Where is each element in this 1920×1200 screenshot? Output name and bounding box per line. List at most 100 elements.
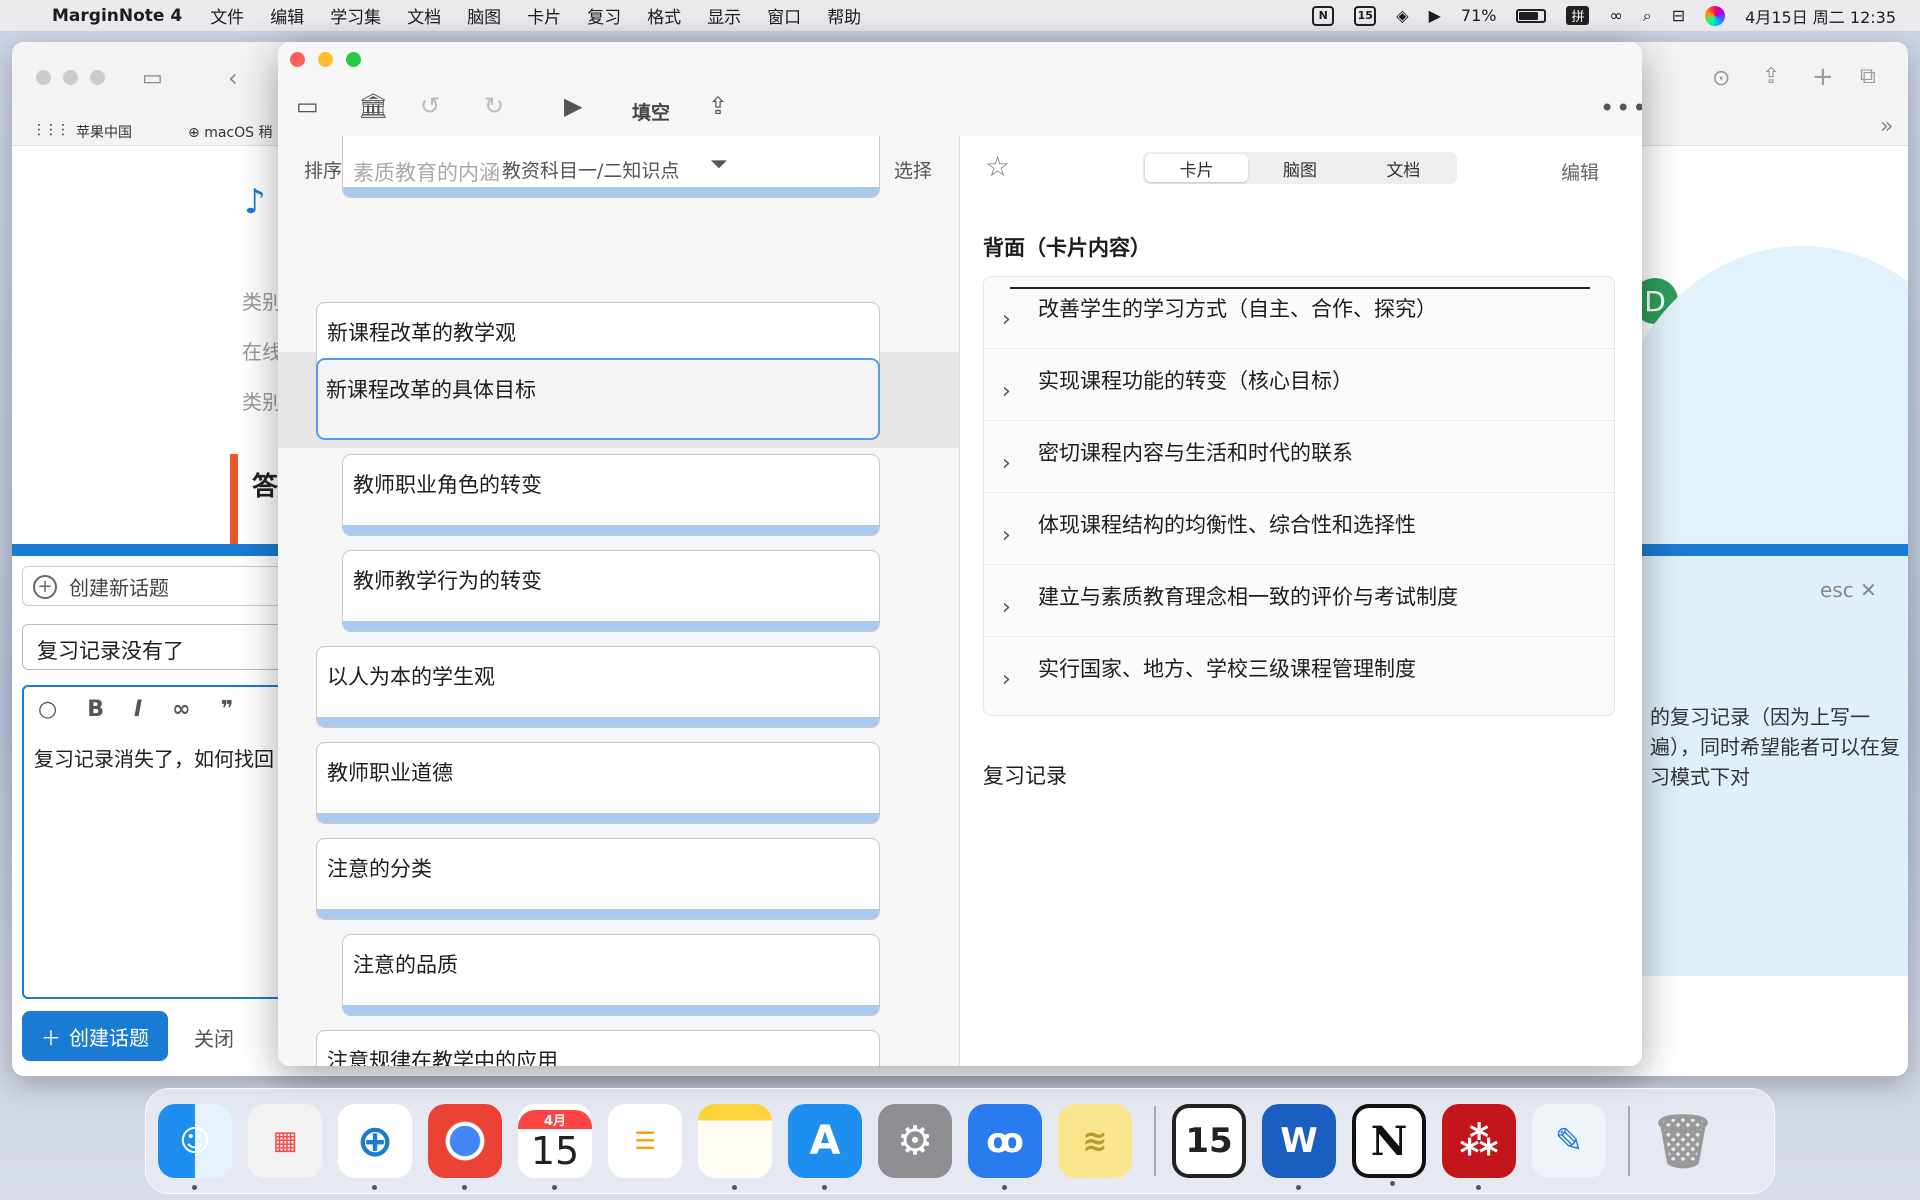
fantastical-menubar-icon[interactable]: 15 (1354, 5, 1377, 26)
list-item[interactable]: › 建立与素质教育理念相一致的评价与考试制度 (984, 565, 1616, 637)
calendar-icon[interactable]: 4月 15 (518, 1104, 592, 1190)
menu-view[interactable]: 显示 (707, 3, 741, 28)
share-icon[interactable]: ⇪ (1762, 64, 1780, 89)
menu-help[interactable]: 帮助 (827, 3, 861, 28)
card-item[interactable]: 教师职业角色的转变 (342, 454, 880, 536)
bold-icon[interactable]: B (87, 697, 104, 722)
close-window-button[interactable] (290, 52, 305, 67)
tab-document[interactable]: 文档 (1352, 154, 1455, 182)
card-item-selected[interactable]: 新课程改革的具体目标 (316, 358, 880, 440)
app-menu[interactable]: MarginNote 4 (52, 6, 182, 26)
apps-grid-icon[interactable]: ⋮⋮⋮ (32, 122, 70, 138)
stickies-icon[interactable]: ≋ (1058, 1104, 1132, 1178)
link-icon[interactable]: ∞ (172, 697, 190, 722)
tab-card[interactable]: 卡片 (1145, 154, 1249, 182)
chevron-right-icon[interactable]: › (1002, 379, 1011, 404)
minimize-window-button[interactable] (318, 52, 333, 67)
topic-title-input[interactable]: 复习记录没有了 (22, 624, 282, 670)
battery-icon[interactable] (1516, 8, 1547, 23)
link-icon[interactable]: ∞ (1609, 6, 1622, 25)
star-icon[interactable]: ☆ (985, 150, 1010, 183)
notes-icon[interactable] (698, 1104, 772, 1190)
menu-edit[interactable]: 编辑 (270, 3, 304, 28)
textedit-icon[interactable]: ✎ (1532, 1104, 1606, 1178)
search-icon[interactable]: ⌕ (1643, 6, 1652, 26)
trash-icon[interactable]: 🗑 (1646, 1104, 1720, 1178)
notion-icon[interactable]: N (1352, 1104, 1426, 1186)
sort-button[interactable]: 排序 (304, 156, 342, 183)
quote-icon[interactable]: ❞ (221, 697, 234, 722)
chevron-right-icon[interactable]: › (1002, 451, 1011, 476)
notion-menubar-icon[interactable]: N (1312, 5, 1335, 26)
finder-icon[interactable]: ☺ (158, 1104, 232, 1190)
topic-editor[interactable]: ○ B I ∞ ❞ 复习记录消失了，如何找回 (22, 685, 292, 999)
share-icon[interactable]: ⇪ (708, 92, 728, 120)
dropbox-icon[interactable]: ◈ (1396, 6, 1408, 25)
zoom-window-button[interactable] (346, 52, 361, 67)
menu-document[interactable]: 文档 (407, 3, 441, 28)
menu-window[interactable]: 窗口 (767, 3, 801, 28)
close-button[interactable]: 关闭 (194, 1023, 234, 1052)
back-chevron-icon[interactable]: ‹ (228, 64, 238, 92)
launchpad-icon[interactable]: ▦ (248, 1104, 322, 1178)
card-item[interactable]: 注意规律在教学中的应用 (316, 1030, 880, 1066)
download-icon[interactable]: ⊙ (1712, 66, 1730, 91)
editor-content[interactable]: 复习记录消失了，如何找回 (34, 743, 274, 772)
select-button[interactable]: 选择 (894, 156, 932, 183)
sidebar-toggle-icon[interactable]: ▭ (142, 66, 163, 91)
list-item[interactable]: › 密切课程内容与生活和时代的联系 (984, 421, 1616, 493)
card-item[interactable]: 注意的分类 (316, 838, 880, 920)
marginnote-icon[interactable]: ꝏ (968, 1104, 1042, 1190)
undo-icon[interactable]: ↺ (420, 92, 440, 120)
sidebar-icon[interactable]: ▭ (296, 92, 319, 120)
play-circle-icon[interactable]: ▶ (1429, 6, 1441, 25)
card-item[interactable]: 教师职业道德 (316, 742, 880, 824)
acrobat-icon[interactable]: ⁂ (1442, 1104, 1516, 1190)
fill-blank-button[interactable]: 填空 (632, 98, 670, 125)
chevron-right-icon[interactable]: › (1002, 667, 1011, 692)
siri-icon[interactable] (1705, 5, 1726, 26)
card-item[interactable]: 教师教学行为的转变 (342, 550, 880, 632)
chevron-right-icon[interactable]: › (1002, 523, 1011, 548)
chevron-right-icon[interactable]: › (1002, 307, 1011, 332)
menu-mindmap[interactable]: 脑图 (467, 3, 501, 28)
more-bookmarks-icon[interactable]: » (1880, 114, 1893, 139)
menu-file[interactable]: 文件 (210, 3, 244, 28)
list-item[interactable]: › 改善学生的学习方式（自主、合作、探究） (984, 277, 1616, 349)
filter-label[interactable]: 教资科目一/二知识点 (502, 156, 679, 183)
fantastical-icon[interactable]: 15 (1172, 1104, 1246, 1178)
menu-study-set[interactable]: 学习集 (330, 3, 381, 28)
list-item[interactable]: › 实现课程功能的转变（核心目标） (984, 349, 1616, 421)
menu-review[interactable]: 复习 (587, 3, 621, 28)
create-topic-button[interactable]: ＋ 创建话题 (22, 1011, 168, 1061)
control-center-icon[interactable]: ⊟ (1672, 6, 1685, 25)
tab-mindmap[interactable]: 脑图 (1248, 154, 1351, 182)
bookmark-apple[interactable]: 苹果中国 (76, 122, 132, 142)
system-settings-icon[interactable]: ⚙ (878, 1104, 952, 1178)
redo-icon[interactable]: ↻ (484, 92, 504, 120)
card-item[interactable]: 注意的品质 (342, 934, 880, 1016)
list-item[interactable]: › 实行国家、地方、学校三级课程管理制度 (984, 637, 1616, 709)
app-store-icon[interactable]: A (788, 1104, 862, 1190)
reminders-icon[interactable]: ☰ (608, 1104, 682, 1178)
new-tab-icon[interactable]: + (1812, 62, 1834, 92)
more-options-icon[interactable]: ••• (1600, 94, 1642, 122)
menu-card[interactable]: 卡片 (527, 3, 561, 28)
list-item[interactable]: › 体现课程结构的均衡性、综合性和选择性 (984, 493, 1616, 565)
tabs-overview-icon[interactable]: ⧉ (1860, 64, 1876, 89)
comment-icon[interactable]: ○ (38, 697, 57, 722)
library-icon[interactable]: 🏛 (358, 92, 388, 120)
word-icon[interactable]: W (1262, 1104, 1336, 1190)
new-topic-button[interactable]: + 创建新话题 (22, 566, 282, 606)
edit-button[interactable]: 编辑 (1561, 158, 1599, 185)
play-review-icon[interactable]: ▶ (564, 92, 582, 120)
card-item[interactable]: 以人为本的学生观 (316, 646, 880, 728)
bookmark-macos[interactable]: ⊕ macOS 稍 (188, 122, 272, 142)
esc-close-button[interactable]: esc ✕ (1820, 578, 1877, 602)
chrome-icon[interactable] (428, 1104, 502, 1190)
menubar-clock[interactable]: 4月15日 周二 12:35 (1745, 4, 1896, 28)
menu-format[interactable]: 格式 (647, 3, 681, 28)
close-dot[interactable] (36, 70, 51, 85)
safari-icon[interactable]: ⊕ (338, 1104, 412, 1190)
minimize-dot[interactable] (63, 70, 78, 85)
